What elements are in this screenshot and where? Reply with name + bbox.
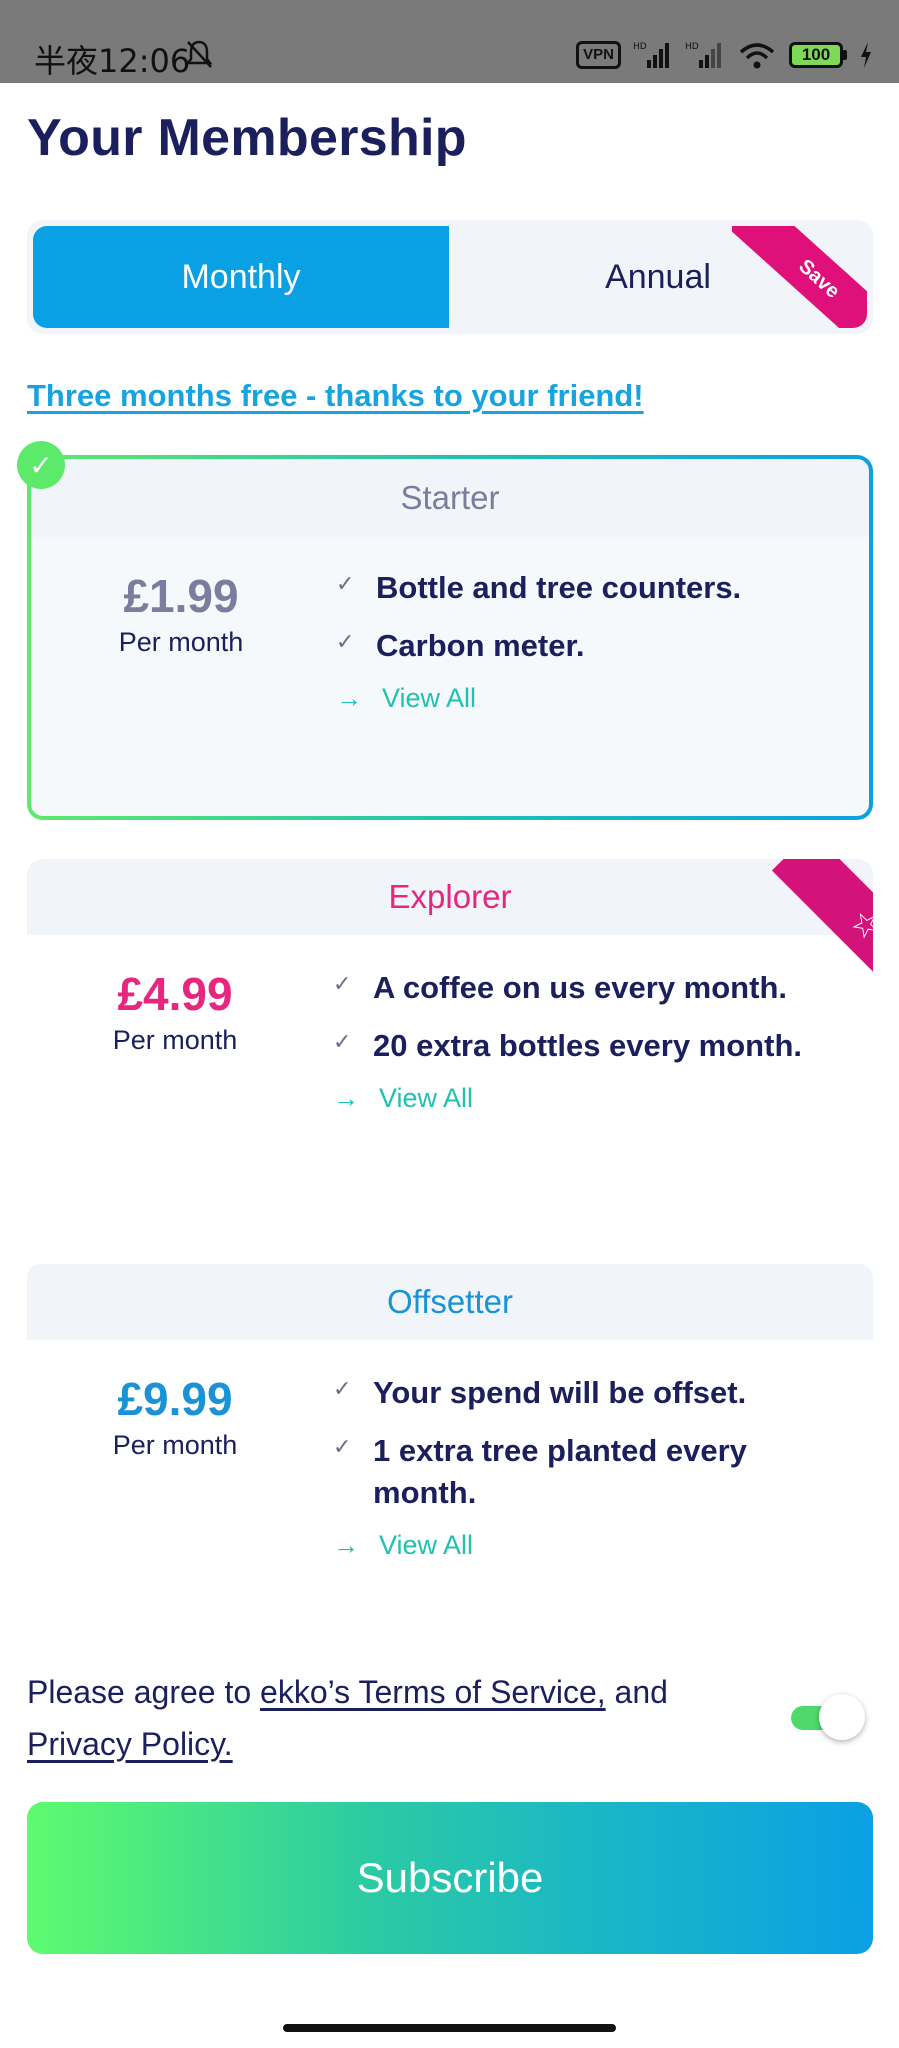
plan-card-starter[interactable]: Starter £1.99 Per month ✓ Bottle and tre…: [27, 455, 873, 820]
check-icon: ✓: [333, 1434, 352, 1459]
svg-text:HD: HD: [685, 42, 699, 52]
charging-icon: [861, 42, 871, 68]
save-ribbon: Save: [732, 226, 867, 328]
mute-bell-icon: [185, 40, 213, 68]
feature-item: ✓ Your spend will be offset.: [333, 1372, 833, 1414]
battery-icon: 100: [789, 42, 847, 68]
featured-ribbon: ☆: [741, 859, 873, 991]
terms-agreement-text: Please agree to ekko’s Terms of Service,…: [27, 1674, 668, 1762]
check-icon: ✓: [333, 1029, 352, 1054]
plan-header: Offsetter: [27, 1264, 873, 1340]
tab-monthly[interactable]: Monthly: [33, 226, 449, 328]
battery-level: 100: [789, 42, 843, 68]
feature-item: ✓ 20 extra bottles every month.: [333, 1025, 853, 1067]
signal-icon: HD: [633, 42, 669, 68]
plan-name: Explorer: [388, 878, 512, 915]
plan-name: Offsetter: [387, 1283, 513, 1320]
plan-header: Starter: [31, 459, 869, 537]
plan-price: £4.99: [117, 968, 233, 1020]
vpn-badge: VPN: [576, 41, 621, 69]
home-indicator: [283, 2024, 616, 2032]
arrow-right-icon: →: [336, 683, 362, 713]
status-bar: 半夜12:06 VPN HD HD 100: [0, 0, 899, 83]
arrow-right-icon: →: [333, 1083, 359, 1113]
check-icon: ✓: [336, 571, 355, 596]
view-all-link[interactable]: → View All: [336, 683, 849, 714]
promo-link[interactable]: Three months free - thanks to your frien…: [27, 378, 644, 414]
check-icon: ✓: [333, 971, 352, 996]
selected-check-icon: ✓: [17, 441, 65, 489]
plan-period: Per month: [112, 1025, 238, 1055]
plan-name: Starter: [400, 479, 500, 516]
subscribe-button[interactable]: Subscribe: [27, 1802, 873, 1954]
check-icon: ✓: [336, 629, 355, 654]
feature-item: ✓ 1 extra tree planted every month.: [333, 1430, 833, 1514]
view-all-link[interactable]: → View All: [333, 1530, 833, 1561]
wifi-icon: [739, 43, 775, 69]
star-icon: ☆: [841, 900, 873, 950]
svg-text:HD: HD: [633, 42, 647, 52]
view-all-link[interactable]: → View All: [333, 1083, 853, 1114]
status-icons: VPN HD HD 100: [576, 40, 873, 70]
plan-period: Per month: [112, 1430, 238, 1460]
privacy-policy-link[interactable]: Privacy Policy.: [27, 1726, 233, 1762]
check-icon: ✓: [333, 1376, 352, 1401]
plan-price: £1.99: [123, 570, 239, 622]
plan-card-offsetter[interactable]: Offsetter £9.99 Per month ✓ Your spend w…: [27, 1264, 873, 1630]
tab-monthly-label: Monthly: [181, 257, 301, 296]
feature-item: ✓ Carbon meter.: [336, 625, 849, 667]
feature-item: ✓ Bottle and tree counters.: [336, 567, 849, 609]
plan-card-explorer[interactable]: Explorer £4.99 Per month ✓ A coffee on u…: [27, 859, 873, 1226]
arrow-right-icon: →: [333, 1530, 359, 1560]
terms-of-service-link[interactable]: ekko’s Terms of Service,: [260, 1674, 606, 1710]
status-time: 半夜12:06: [34, 42, 191, 80]
terms-agree-toggle[interactable]: [789, 1694, 865, 1740]
plan-price: £9.99: [117, 1373, 233, 1425]
billing-period-toggle: Monthly Annual Save: [27, 220, 873, 334]
plan-period: Per month: [118, 627, 244, 657]
signal-icon: HD: [685, 42, 721, 68]
page-title: Your Membership: [27, 109, 467, 167]
tab-annual-label: Annual: [605, 257, 711, 296]
subscribe-label: Subscribe: [356, 1854, 544, 1901]
save-badge-label: Save: [794, 254, 845, 303]
